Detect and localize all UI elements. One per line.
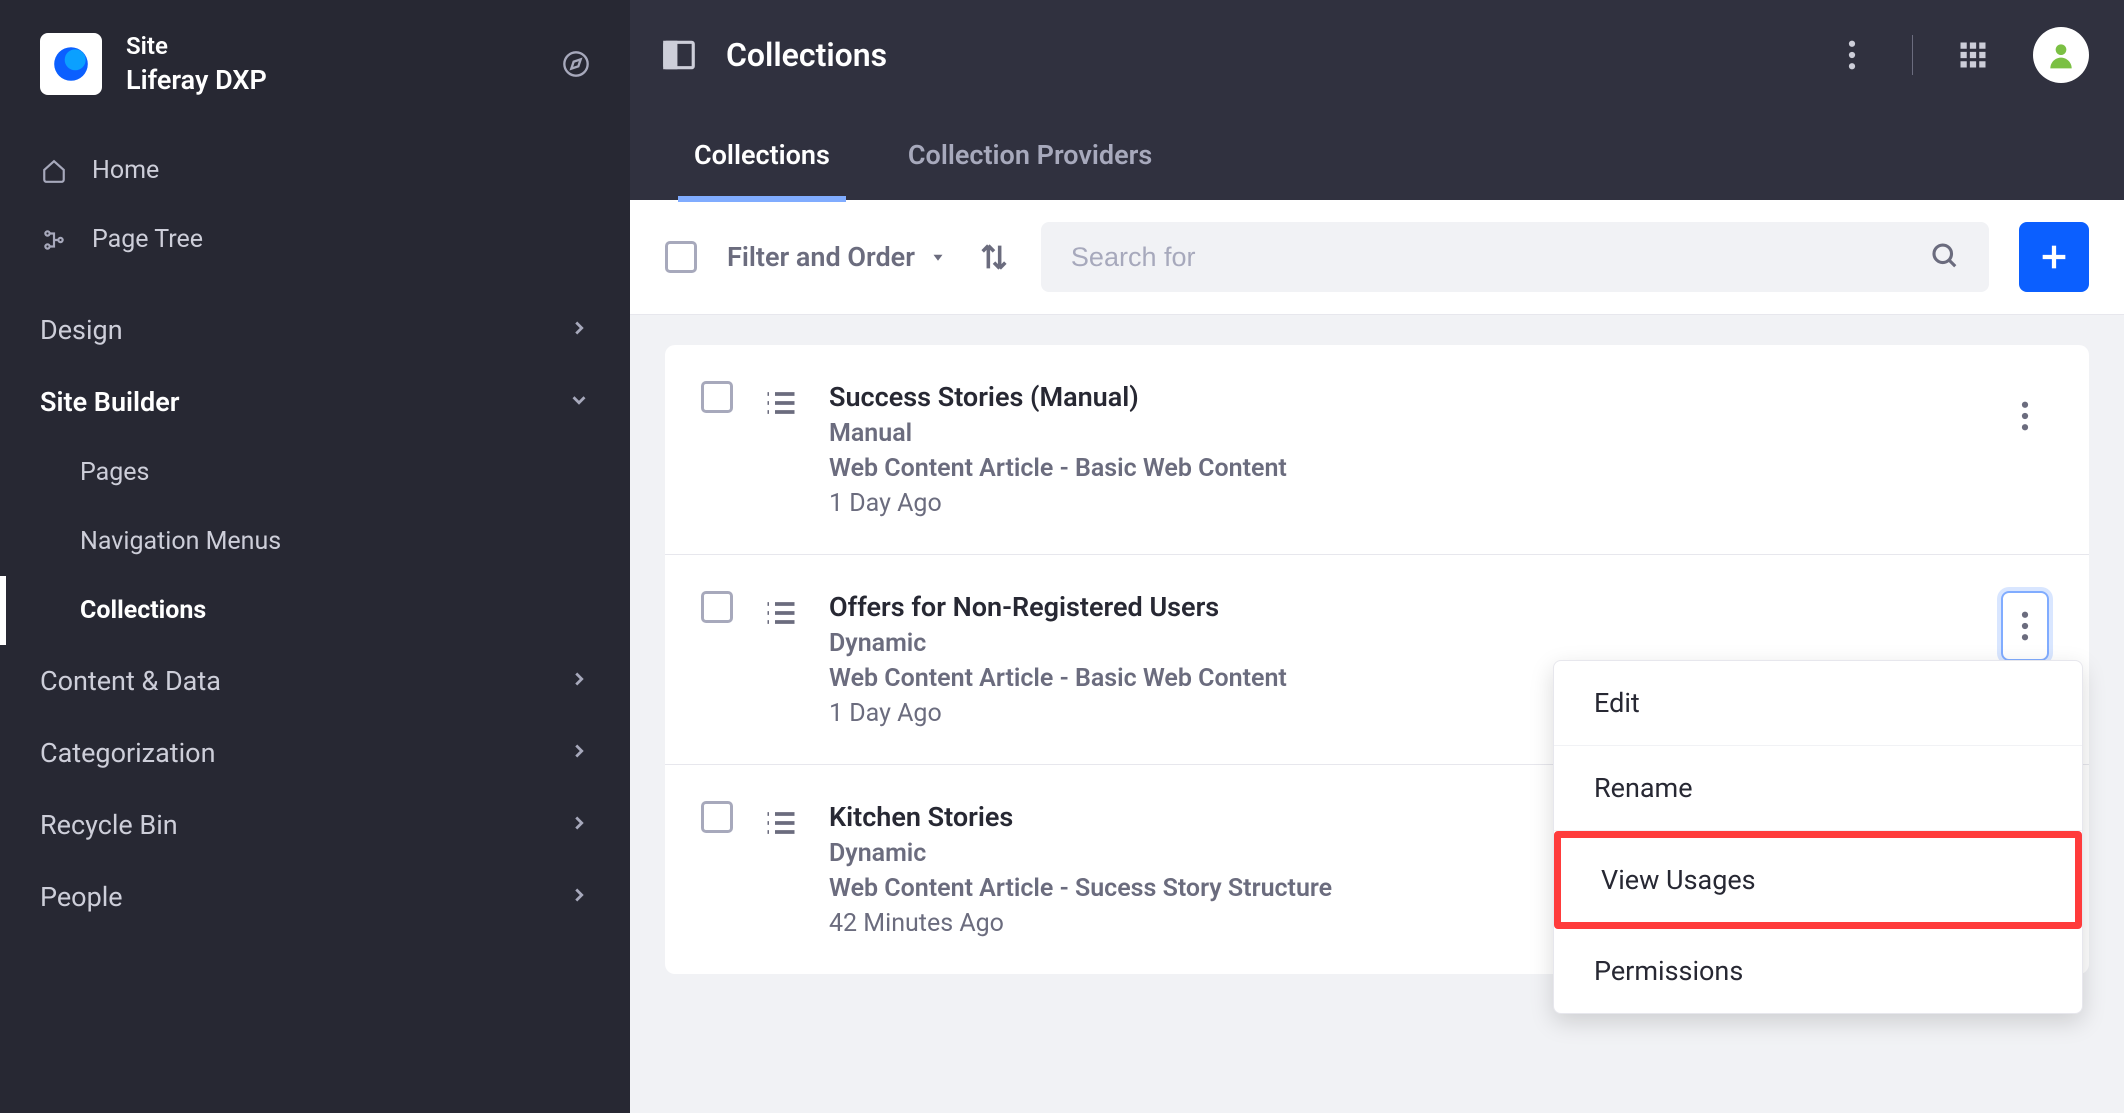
chevron-right-icon	[568, 314, 590, 346]
nav-group-label: Design	[40, 314, 123, 346]
topbar-more-button[interactable]	[1828, 31, 1876, 79]
row-time: 1 Day Ago	[829, 489, 1971, 518]
site-label: Site	[126, 32, 528, 60]
nav-groups: Design Site Builder Pages Navigation Men…	[0, 294, 630, 933]
nav-group-label: Recycle Bin	[40, 809, 178, 841]
dropdown-item-edit[interactable]: Edit	[1554, 661, 2082, 746]
caret-down-icon	[929, 248, 947, 266]
list-icon	[763, 385, 799, 425]
collections-list: Success Stories (Manual) Manual Web Cont…	[665, 345, 2089, 974]
row-title: Offers for Non-Registered Users	[829, 591, 1971, 623]
page-title: Collections	[726, 36, 887, 74]
topbar: Collections	[630, 0, 2124, 110]
row-checkbox[interactable]	[701, 591, 733, 623]
list-icon	[763, 595, 799, 635]
nav-subitem-pages[interactable]: Pages	[0, 438, 630, 507]
site-header: Site Liferay DXP	[0, 12, 630, 116]
nav-home[interactable]: Home	[0, 136, 630, 205]
row-checkbox[interactable]	[701, 381, 733, 413]
liferay-logo-icon	[50, 43, 92, 85]
sort-icon	[977, 240, 1011, 274]
list-row: Success Stories (Manual) Manual Web Cont…	[665, 345, 2089, 555]
user-avatar[interactable]	[2033, 27, 2089, 83]
row-checkbox[interactable]	[701, 801, 733, 833]
tree-icon	[40, 226, 68, 254]
nav-group-label: Site Builder	[40, 386, 179, 418]
nav-subitem-collections[interactable]: Collections	[0, 576, 630, 645]
nav-group-label: Content & Data	[40, 665, 221, 697]
plus-icon	[2037, 240, 2071, 274]
chevron-right-icon	[568, 737, 590, 769]
sidebar: Site Liferay DXP Home Page Tree Design	[0, 0, 630, 1113]
kebab-icon	[2021, 401, 2029, 431]
row-body[interactable]: Success Stories (Manual) Manual Web Cont…	[829, 381, 1971, 518]
nav-page-tree-label: Page Tree	[92, 225, 203, 254]
nav-home-label: Home	[92, 156, 159, 185]
site-product: Liferay DXP	[126, 64, 528, 96]
row-type: Dynamic	[829, 629, 1971, 658]
nav-group-categorization[interactable]: Categorization	[0, 717, 630, 789]
search-input[interactable]	[1071, 242, 1909, 273]
tabs: Collections Collection Providers	[630, 110, 2124, 200]
grid-icon	[1958, 40, 1988, 70]
row-subtype: Web Content Article - Basic Web Content	[829, 454, 1971, 483]
list-icon	[763, 805, 799, 845]
row-actions-button[interactable]	[2001, 381, 2049, 451]
tab-collection-providers[interactable]: Collection Providers	[904, 111, 1156, 199]
chevron-right-icon	[568, 665, 590, 697]
tab-collections[interactable]: Collections	[690, 111, 834, 199]
content: Success Stories (Manual) Manual Web Cont…	[630, 315, 2124, 1004]
main: Collections Collections Collection Provi…	[630, 0, 2124, 1113]
compass-button[interactable]	[552, 40, 600, 88]
nav-group-people[interactable]: People	[0, 861, 630, 933]
dropdown-item-rename[interactable]: Rename	[1554, 746, 2082, 831]
kebab-icon	[2021, 611, 2029, 641]
nav-subitem-label: Collections	[80, 596, 206, 625]
nav-group-label: Categorization	[40, 737, 215, 769]
search-icon	[1929, 240, 1959, 274]
sort-direction-button[interactable]	[977, 240, 1011, 274]
nav-subitem-label: Navigation Menus	[80, 527, 281, 556]
kebab-icon	[1848, 40, 1856, 70]
chevron-right-icon	[568, 809, 590, 841]
add-button[interactable]	[2019, 222, 2089, 292]
nav-group-site-builder[interactable]: Site Builder	[0, 366, 630, 438]
list-row: Offers for Non-Registered Users Dynamic …	[665, 555, 2089, 765]
filter-order-button[interactable]: Filter and Order	[727, 241, 947, 273]
tab-label: Collections	[694, 139, 830, 171]
chevron-right-icon	[568, 881, 590, 913]
nav-section: Home Page Tree	[0, 136, 630, 274]
toolbar: Filter and Order	[630, 200, 2124, 315]
dropdown-item-permissions[interactable]: Permissions	[1554, 929, 2082, 1013]
separator	[1912, 35, 1913, 75]
search-wrap	[1041, 222, 1989, 292]
compass-icon	[562, 50, 590, 78]
row-type: Manual	[829, 419, 1971, 448]
dropdown-item-label: Rename	[1594, 772, 1693, 804]
nav-group-content-data[interactable]: Content & Data	[0, 645, 630, 717]
apps-button[interactable]	[1949, 31, 1997, 79]
panel-toggle-icon[interactable]	[660, 36, 698, 74]
filter-label: Filter and Order	[727, 241, 915, 273]
user-icon	[2045, 39, 2077, 71]
home-icon	[40, 157, 68, 185]
row-title: Success Stories (Manual)	[829, 381, 1971, 413]
nav-subitem-navigation-menus[interactable]: Navigation Menus	[0, 507, 630, 576]
site-logo	[40, 33, 102, 95]
dropdown-item-label: Permissions	[1594, 955, 1743, 987]
dropdown-item-label: Edit	[1594, 687, 1640, 719]
row-actions-dropdown: Edit Rename View Usages Permissions	[1553, 660, 2083, 1014]
nav-page-tree[interactable]: Page Tree	[0, 205, 630, 274]
tab-label: Collection Providers	[908, 139, 1152, 171]
dropdown-item-view-usages[interactable]: View Usages	[1554, 831, 2082, 929]
nav-subitem-label: Pages	[80, 458, 149, 487]
site-names: Site Liferay DXP	[126, 32, 528, 96]
select-all-checkbox[interactable]	[665, 241, 697, 273]
dropdown-item-label: View Usages	[1601, 864, 1756, 896]
row-actions-button[interactable]	[2001, 591, 2049, 661]
nav-group-label: People	[40, 881, 123, 913]
nav-group-design[interactable]: Design	[0, 294, 630, 366]
nav-group-recycle-bin[interactable]: Recycle Bin	[0, 789, 630, 861]
chevron-down-icon	[568, 386, 590, 418]
